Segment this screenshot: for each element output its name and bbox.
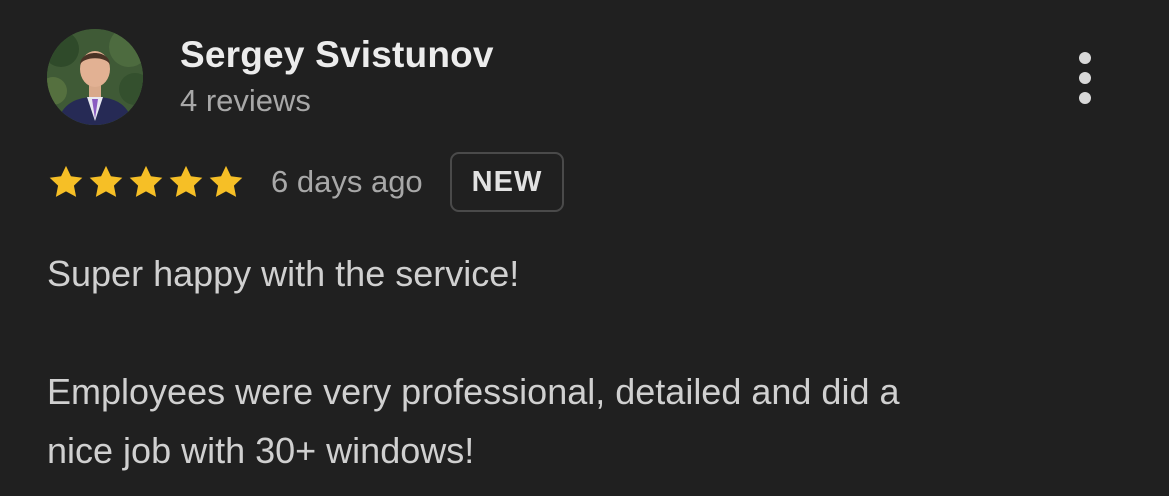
review-paragraph-line: nice job with 30+ windows! <box>47 430 475 471</box>
author-name[interactable]: Sergey Svistunov <box>180 33 494 77</box>
more-options-button[interactable] <box>1065 50 1105 106</box>
avatar-image <box>47 29 143 125</box>
star-rating <box>47 163 245 201</box>
avatar[interactable] <box>47 29 143 125</box>
review-text: Super happy with the service! Employees … <box>47 244 1107 480</box>
new-badge: NEW <box>449 152 565 212</box>
review-date: 6 days ago <box>271 164 423 199</box>
star-icon <box>89 165 123 197</box>
review-count: 4 reviews <box>180 83 311 118</box>
review-card: Sergey Svistunov 4 reviews 6 days ago NE… <box>0 0 1169 496</box>
more-vertical-icon <box>1079 52 1091 64</box>
rating-row: 6 days ago NEW <box>47 150 565 214</box>
more-vertical-icon <box>1079 92 1091 104</box>
review-paragraph-line: Employees were very professional, detail… <box>47 371 900 412</box>
star-icon <box>209 165 243 197</box>
star-icon <box>129 165 163 197</box>
star-icon <box>169 165 203 197</box>
more-vertical-icon <box>1079 72 1091 84</box>
star-icon <box>49 165 83 197</box>
review-paragraph: Super happy with the service! <box>47 253 520 294</box>
